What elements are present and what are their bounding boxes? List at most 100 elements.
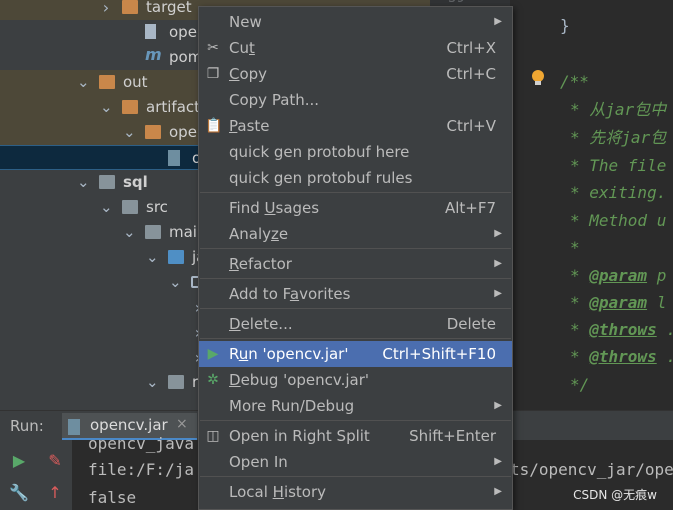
code-line: * The file bbox=[570, 152, 666, 179]
menu-item-label: Add to Favorites bbox=[229, 285, 351, 303]
chevron-down-icon[interactable]: ⌄ bbox=[146, 370, 159, 395]
code-line: * Method u bbox=[570, 207, 666, 234]
menu-item[interactable]: ◫ Open in Right Split Shift+Enter bbox=[199, 423, 512, 449]
chevron-down-icon[interactable]: ⌄ bbox=[77, 170, 90, 195]
iml-file-icon bbox=[145, 24, 156, 39]
doc-tag: @throws bbox=[589, 320, 657, 339]
tree-item-label: target bbox=[146, 0, 192, 16]
menu-separator bbox=[200, 278, 511, 279]
code-text: * bbox=[570, 238, 580, 257]
menu-item-shortcut: Ctrl+V bbox=[446, 117, 496, 135]
doc-tag: @param bbox=[589, 266, 648, 285]
menu-item[interactable]: Copy Path... bbox=[199, 87, 512, 113]
menu-item[interactable]: New ▶ bbox=[199, 9, 512, 35]
submenu-arrow-icon: ▶ bbox=[494, 400, 502, 411]
chevron-down-icon[interactable]: ⌄ bbox=[100, 195, 113, 220]
run-tools: ▶ ✎ 🔧 ↑ bbox=[0, 440, 72, 510]
doc-rest: . bbox=[657, 347, 673, 366]
chevron-down-icon[interactable]: ⌄ bbox=[169, 270, 182, 295]
folder-icon bbox=[122, 0, 138, 14]
menu-item[interactable]: Delete... Delete bbox=[199, 311, 512, 337]
submenu-arrow-icon: ▶ bbox=[494, 258, 502, 269]
code-line: * @throws . bbox=[570, 316, 673, 343]
code-line: */ bbox=[570, 371, 589, 398]
doc-rest: . bbox=[657, 320, 673, 339]
maven-file-icon: m bbox=[145, 45, 162, 64]
chevron-right-icon[interactable]: › bbox=[100, 0, 112, 20]
doc-prefix: * bbox=[570, 266, 590, 285]
menu-item[interactable]: quick gen protobuf here bbox=[199, 139, 512, 165]
console-line: false bbox=[88, 488, 137, 507]
code-editor[interactable]: } /** * 从jar包中 * 先将jar包 * The file * exiting.… bbox=[510, 0, 673, 410]
menu-item[interactable]: Analyze ▶ bbox=[199, 221, 512, 247]
context-menu[interactable]: New ▶ ✂ Cut Ctrl+X ❐ Copy Ctrl+C Copy Path... 📋 Pa… bbox=[198, 6, 513, 510]
code-text: */ bbox=[570, 375, 590, 394]
menu-item[interactable]: ▶ Run 'opencv.jar' Ctrl+Shift+F10 bbox=[199, 341, 512, 367]
menu-item[interactable]: ❐ Copy Ctrl+C bbox=[199, 61, 512, 87]
clear-icon[interactable]: ✎ bbox=[44, 450, 66, 472]
rerun-icon[interactable]: ▶ bbox=[8, 450, 30, 472]
code-line: * exiting. bbox=[570, 179, 666, 206]
doc-prefix: * bbox=[570, 320, 590, 339]
code-line: * 先将jar包 bbox=[570, 124, 666, 151]
debug-icon: ✲ bbox=[207, 372, 219, 388]
up-arrow-icon[interactable]: ↑ bbox=[44, 482, 66, 504]
folder-icon bbox=[99, 75, 115, 89]
submenu-arrow-icon: ▶ bbox=[494, 456, 502, 467]
menu-item-label: quick gen protobuf here bbox=[229, 143, 410, 161]
menu-item[interactable]: quick gen protobuf rules bbox=[199, 165, 512, 191]
chevron-down-icon[interactable]: ⌄ bbox=[77, 70, 90, 95]
chevron-down-icon[interactable]: ⌄ bbox=[123, 120, 136, 145]
watermark: CSDN @无痕w bbox=[573, 488, 657, 502]
folder-blue-icon bbox=[168, 250, 184, 264]
menu-item[interactable]: 📋 Paste Ctrl+V bbox=[199, 113, 512, 139]
folder-grey-icon bbox=[122, 200, 138, 214]
menu-item-shortcut: Delete bbox=[446, 315, 496, 333]
menu-item-label: Debug 'opencv.jar' bbox=[229, 371, 370, 389]
tree-item-label: sql bbox=[123, 173, 148, 191]
console-line-right: ts/opencv_jar/ope bbox=[510, 460, 673, 479]
menu-item-shortcut: Shift+Enter bbox=[409, 427, 496, 445]
menu-item-shortcut: Ctrl+C bbox=[446, 65, 496, 83]
menu-separator bbox=[200, 248, 511, 249]
menu-item[interactable]: Open In ▶ bbox=[199, 449, 512, 475]
chevron-down-icon[interactable]: ⌄ bbox=[123, 220, 136, 245]
chevron-down-icon[interactable]: ⌄ bbox=[100, 95, 113, 120]
folder-icon bbox=[145, 125, 161, 139]
menu-item[interactable]: ✂ Cut Ctrl+X bbox=[199, 35, 512, 61]
run-icon: ▶ bbox=[207, 346, 219, 362]
menu-item[interactable]: Local History ▶ bbox=[199, 479, 512, 505]
code-line: * 从jar包中 bbox=[570, 96, 666, 123]
close-icon[interactable]: × bbox=[176, 416, 188, 432]
run-tab-label: opencv.jar bbox=[90, 416, 168, 434]
menu-item-label: New bbox=[229, 13, 262, 31]
menu-item-label: Open in Right Split bbox=[229, 427, 370, 445]
run-label: Run: bbox=[10, 417, 44, 435]
menu-separator bbox=[200, 308, 511, 309]
chevron-down-icon[interactable]: ⌄ bbox=[146, 245, 159, 270]
menu-item[interactable]: Find Usages Alt+F7 bbox=[199, 195, 512, 221]
menu-item-label: Local History bbox=[229, 483, 327, 501]
submenu-arrow-icon: ▶ bbox=[494, 228, 502, 239]
menu-item[interactable]: Add to Favorites ▶ bbox=[199, 281, 512, 307]
code-line: * bbox=[570, 234, 580, 261]
menu-item[interactable]: More Run/Debug ▶ bbox=[199, 393, 512, 419]
doc-prefix: * bbox=[570, 347, 590, 366]
code-text: * Method u bbox=[570, 211, 667, 230]
menu-item[interactable]: ✲ Debug 'opencv.jar' bbox=[199, 367, 512, 393]
console-line: file:/F:/ja bbox=[88, 460, 194, 479]
jar-file-icon bbox=[168, 150, 180, 166]
menu-separator bbox=[200, 420, 511, 421]
menu-item-shortcut: Ctrl+X bbox=[446, 39, 496, 57]
menu-item-label: Cut bbox=[229, 39, 255, 57]
menu-item-label: Copy Path... bbox=[229, 91, 320, 109]
tree-item-label: out bbox=[123, 73, 148, 91]
menu-separator bbox=[200, 476, 511, 477]
lightbulb-icon[interactable] bbox=[530, 69, 546, 87]
doc-tag: @throws bbox=[589, 347, 657, 366]
menu-item-shortcut: Ctrl+Shift+F10 bbox=[382, 345, 496, 363]
menu-item[interactable]: Refactor ▶ bbox=[199, 251, 512, 277]
jar-icon bbox=[68, 419, 80, 435]
doc-tag: @param bbox=[589, 293, 648, 312]
wrench-icon[interactable]: 🔧 bbox=[8, 482, 30, 504]
